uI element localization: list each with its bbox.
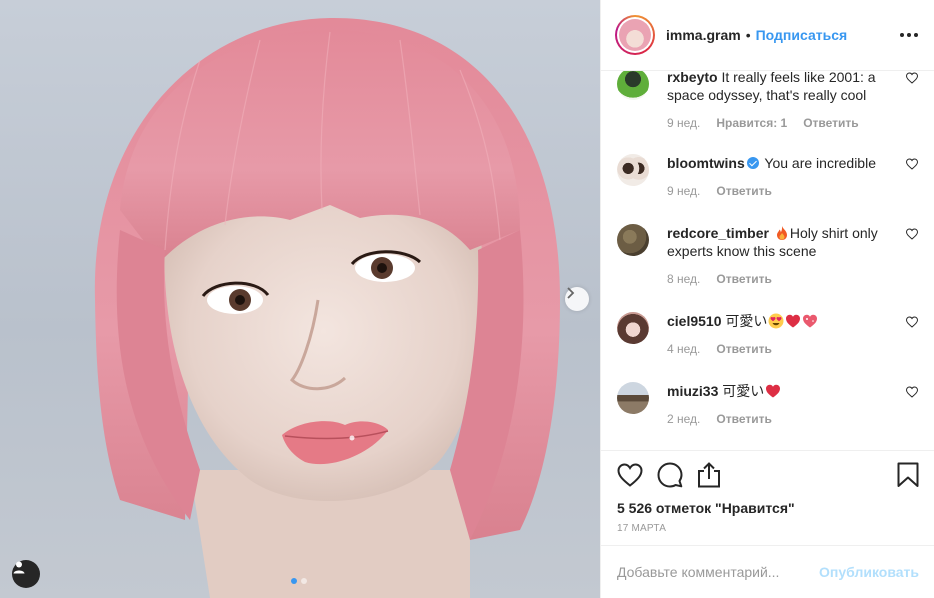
post-photo[interactable]: [0, 0, 600, 598]
user-icon: [13, 561, 25, 574]
comment-meta: 8 нед. Ответить: [667, 272, 890, 286]
comment-item: redcore_timber Holy shirt only experts k…: [617, 224, 918, 286]
comment-meta: 9 нед. Ответить: [667, 184, 890, 198]
commenter-avatar[interactable]: [617, 312, 649, 344]
bookmark-icon[interactable]: [897, 462, 919, 488]
comment-time: 8 нед.: [667, 272, 701, 286]
comment-likes[interactable]: Нравится: 1: [716, 116, 787, 130]
fire-emoji-icon: [776, 226, 787, 240]
tagged-users-button[interactable]: [12, 560, 40, 588]
comment-item: miuzi33 可愛い 2 нед. Ответить: [617, 382, 918, 426]
comment-username[interactable]: ciel9510: [667, 313, 722, 329]
commenter-avatar[interactable]: [617, 382, 649, 414]
carousel-dot: [301, 578, 307, 584]
publish-button[interactable]: Опубликовать: [819, 564, 919, 580]
reply-button[interactable]: Ответить: [716, 184, 771, 198]
portrait-illustration: [94, 17, 560, 598]
author-avatar[interactable]: [615, 15, 655, 55]
comment-item: ciel9510 可愛い 4 нед. Ответить: [617, 312, 918, 356]
comment-username[interactable]: bloomtwins: [667, 155, 745, 171]
reply-button[interactable]: Ответить: [716, 342, 771, 356]
red-heart-emoji-icon: [766, 384, 781, 398]
post-header: imma.gram • Подписаться: [601, 0, 934, 71]
comment-text: 可愛い: [725, 313, 768, 329]
commenter-avatar[interactable]: [617, 154, 649, 186]
like-heart-icon[interactable]: [617, 463, 643, 487]
like-comment-heart-icon[interactable]: [906, 228, 918, 240]
reply-button[interactable]: Ответить: [803, 116, 858, 130]
comment-text: You are incredible: [764, 155, 876, 171]
comment-username[interactable]: rxbeyto: [667, 71, 718, 85]
carousel-indicator: [291, 578, 307, 584]
comment-input[interactable]: [617, 564, 820, 580]
comment-time: 4 нед.: [667, 342, 701, 356]
sparkling-heart-emoji-icon: [803, 314, 818, 328]
comment-username[interactable]: miuzi33: [667, 383, 718, 399]
verified-badge-icon: [746, 157, 759, 169]
post-date: 17 марта: [617, 523, 667, 534]
like-comment-heart-icon[interactable]: [906, 158, 918, 170]
comment-time: 9 нед.: [667, 116, 701, 130]
comment-bubble-icon[interactable]: [657, 462, 683, 488]
chevron-right-icon: [567, 287, 575, 299]
reply-button[interactable]: Ответить: [716, 272, 771, 286]
comment-meta: 9 нед. Нравится: 1 Ответить: [667, 116, 890, 130]
author-username[interactable]: imma.gram: [666, 27, 741, 43]
like-comment-heart-icon[interactable]: [906, 72, 918, 84]
post-actions: 5 526 отметок "Нравится" 17 марта: [601, 450, 934, 534]
reply-button[interactable]: Ответить: [716, 412, 771, 426]
comment-item: bloomtwins You are incredible 9 нед. Отв…: [617, 154, 918, 198]
post-side-panel: imma.gram • Подписаться rxbeyto It reall…: [600, 0, 934, 598]
next-image-button[interactable]: [565, 287, 589, 311]
carousel-dot-active: [291, 578, 297, 584]
commenter-avatar[interactable]: [617, 224, 649, 256]
commenter-avatar[interactable]: [617, 71, 649, 100]
add-comment-bar: Опубликовать: [601, 545, 934, 598]
comment-meta: 2 нед. Ответить: [667, 412, 890, 426]
post-likes-count[interactable]: 5 526 отметок "Нравится": [617, 499, 919, 517]
comment-username[interactable]: redcore_timber: [667, 225, 769, 241]
action-icons: [617, 451, 919, 499]
comment-text: 可愛い: [722, 383, 765, 399]
comments-list[interactable]: rxbeyto It really feels like 2001: a spa…: [601, 71, 934, 450]
share-upload-icon[interactable]: [697, 462, 721, 488]
follow-button[interactable]: Подписаться: [756, 27, 848, 43]
more-options-icon[interactable]: [900, 27, 918, 43]
red-heart-emoji-icon: [786, 314, 801, 328]
heart-eyes-emoji-icon: [768, 313, 784, 329]
comment-item: rxbeyto It really feels like 2001: a spa…: [617, 71, 918, 130]
comment-meta: 4 нед. Ответить: [667, 342, 890, 356]
like-comment-heart-icon[interactable]: [906, 386, 918, 398]
comment-time: 2 нед.: [667, 412, 701, 426]
header-separator: •: [745, 27, 751, 43]
comment-time: 9 нед.: [667, 184, 701, 198]
like-comment-heart-icon[interactable]: [906, 316, 918, 328]
